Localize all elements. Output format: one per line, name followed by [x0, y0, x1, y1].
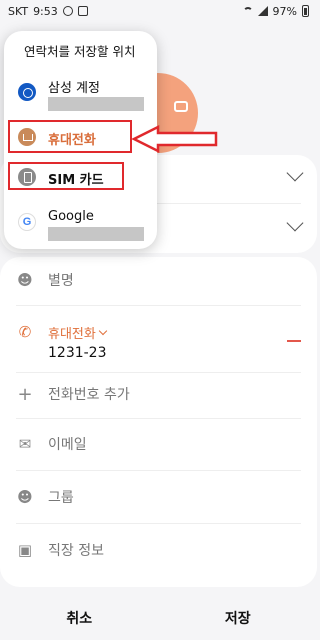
- wifi-icon: [242, 7, 253, 15]
- battery-icon: [302, 5, 309, 17]
- chevron-down-icon: [98, 326, 108, 336]
- notification-icon: [77, 6, 88, 16]
- time-label: 9:53: [33, 4, 58, 18]
- option-google[interactable]: G Google: [4, 207, 157, 247]
- phone-type-dropdown[interactable]: 휴대전화: [48, 323, 108, 342]
- divider: [16, 372, 301, 373]
- divider: [16, 523, 301, 524]
- remove-phone-button[interactable]: [287, 340, 301, 342]
- chevron-down-icon[interactable]: [286, 164, 304, 182]
- briefcase-icon: ▣: [17, 541, 33, 559]
- redacted-account-bar: [48, 227, 144, 241]
- person-icon: ☻: [17, 271, 33, 289]
- google-icon: G: [18, 213, 36, 231]
- cancel-button[interactable]: 취소: [0, 608, 159, 628]
- bottom-action-bar: 취소 저장: [0, 596, 317, 640]
- group-label: 그룹: [48, 490, 74, 506]
- add-phone-row[interactable]: + 전화번호 추가: [0, 383, 317, 405]
- group-icon: ☻: [17, 488, 33, 506]
- highlight-box-phone: [8, 120, 132, 153]
- divider: [16, 305, 301, 306]
- highlight-box-sim: [8, 162, 124, 190]
- battery-percent: 97%: [272, 4, 297, 18]
- camera-icon: [174, 101, 188, 112]
- plus-icon: +: [17, 383, 33, 405]
- phone-icon: ✆: [18, 323, 32, 341]
- mail-icon: ✉: [18, 435, 32, 453]
- contact-form-card: [0, 257, 317, 587]
- annotation-arrow: [131, 124, 218, 154]
- carrier-label: SKT: [8, 4, 29, 18]
- signal-icon: [257, 6, 268, 16]
- option-samsung-account[interactable]: 삼성 계정: [4, 75, 157, 117]
- work-row[interactable]: ▣ 직장 정보: [0, 540, 317, 560]
- email-row[interactable]: ✉ 이메일: [0, 434, 317, 454]
- status-bar: SKT 9:53 97%: [0, 0, 317, 22]
- divider: [16, 418, 301, 419]
- group-row[interactable]: ☻ 그룹: [0, 487, 317, 507]
- work-info-label: 직장 정보: [48, 543, 104, 559]
- option-label: 삼성 계정: [48, 81, 100, 96]
- redacted-account-bar: [48, 97, 144, 111]
- nickname-label: 별명: [48, 273, 74, 289]
- phone-type-label: 휴대전화: [48, 327, 96, 342]
- divider: [16, 470, 301, 471]
- alarm-icon: [62, 6, 73, 16]
- chevron-down-icon[interactable]: [286, 214, 304, 232]
- email-label: 이메일: [48, 437, 87, 453]
- phone-number-field[interactable]: 1231-23: [48, 345, 107, 361]
- add-phone-label: 전화번호 추가: [48, 387, 130, 403]
- popup-title: 연락처를 저장할 위치: [24, 44, 136, 59]
- save-button[interactable]: 저장: [159, 608, 318, 628]
- option-label: Google: [48, 209, 94, 224]
- nickname-row[interactable]: ☻ 별명: [0, 270, 317, 290]
- samsung-account-icon: [18, 83, 36, 101]
